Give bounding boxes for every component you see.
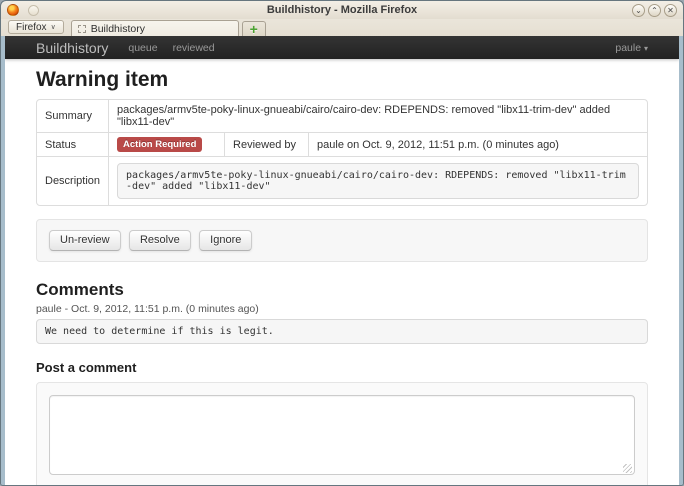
nav-link-reviewed[interactable]: reviewed	[173, 42, 215, 54]
status-cell: Action Required	[108, 132, 224, 156]
caret-down-icon: ▾	[644, 44, 648, 53]
resolve-button[interactable]: Resolve	[129, 230, 191, 251]
ignore-button[interactable]: Ignore	[199, 230, 252, 251]
window-controls: ⌄ ⌃ ✕	[632, 4, 683, 17]
reviewed-by-value: paule on Oct. 9, 2012, 11:51 p.m. (0 min…	[308, 132, 647, 156]
post-comment-form: Post	[36, 382, 648, 486]
plus-icon: +	[250, 22, 258, 36]
description-label: Description	[37, 156, 108, 205]
page-body: Warning item Summary packages/armv5te-po…	[5, 59, 679, 486]
firefox-icon	[7, 4, 19, 16]
warning-details-table: Summary packages/armv5te-poky-linux-gnue…	[36, 99, 648, 206]
description-code: packages/armv5te-poky-linux-gnueabi/cair…	[117, 163, 639, 199]
status-badge: Action Required	[117, 137, 202, 152]
tab-buildhistory[interactable]: Buildhistory	[71, 20, 239, 36]
window-title: Buildhistory - Mozilla Firefox	[1, 4, 683, 16]
textarea-resize-handle[interactable]	[623, 464, 632, 473]
firefox-window: Buildhistory - Mozilla Firefox ⌄ ⌃ ✕ Fir…	[0, 0, 684, 486]
summary-label: Summary	[37, 100, 108, 132]
new-tab-button[interactable]: +	[242, 21, 266, 36]
tab-title: Buildhistory	[91, 23, 145, 35]
comments-heading: Comments	[36, 280, 648, 300]
navbar-brand[interactable]: Buildhistory	[36, 40, 108, 56]
table-row: Description packages/armv5te-poky-linux-…	[37, 156, 647, 205]
description-cell: packages/armv5te-poky-linux-gnueabi/cair…	[108, 156, 647, 205]
post-comment-heading: Post a comment	[36, 360, 648, 375]
reviewed-by-label: Reviewed by	[224, 132, 308, 156]
user-menu[interactable]: paule ▾	[615, 42, 648, 54]
browser-viewport: Buildhistory queue reviewed paule ▾ Warn…	[5, 36, 679, 486]
window-titlebar[interactable]: Buildhistory - Mozilla Firefox ⌄ ⌃ ✕	[1, 1, 683, 19]
close-icon[interactable]: ✕	[664, 4, 677, 17]
summary-value: packages/armv5te-poky-linux-gnueabi/cair…	[108, 100, 647, 132]
maximize-icon[interactable]: ⌃	[648, 4, 661, 17]
page-title: Warning item	[36, 68, 648, 92]
comment-item: paule - Oct. 9, 2012, 11:51 p.m. (0 minu…	[36, 303, 648, 344]
status-label: Status	[37, 132, 108, 156]
table-row: Summary packages/armv5te-poky-linux-gnue…	[37, 100, 647, 132]
nav-link-queue[interactable]: queue	[128, 42, 157, 54]
unreview-button[interactable]: Un-review	[49, 230, 121, 251]
table-row: Status Action Required Reviewed by paule…	[37, 132, 647, 156]
chevron-down-icon: ∨	[51, 23, 56, 31]
titlebar-menu-button[interactable]	[28, 5, 39, 16]
user-menu-label: paule	[615, 42, 641, 54]
comment-textarea[interactable]	[49, 395, 635, 475]
app-navbar: Buildhistory queue reviewed paule ▾	[5, 36, 679, 59]
action-bar: Un-review Resolve Ignore	[36, 219, 648, 262]
tab-favicon-placeholder-icon	[78, 25, 86, 33]
firefox-menu-label: Firefox	[16, 22, 47, 33]
comment-text: We need to determine if this is legit.	[36, 319, 648, 344]
firefox-menu-button[interactable]: Firefox ∨	[8, 20, 64, 34]
browser-toolbar: Firefox ∨ Buildhistory +	[1, 19, 683, 36]
minimize-icon[interactable]: ⌄	[632, 4, 645, 17]
comment-meta: paule - Oct. 9, 2012, 11:51 p.m. (0 minu…	[36, 303, 648, 315]
window-frame: Buildhistory queue reviewed paule ▾ Warn…	[1, 36, 683, 486]
